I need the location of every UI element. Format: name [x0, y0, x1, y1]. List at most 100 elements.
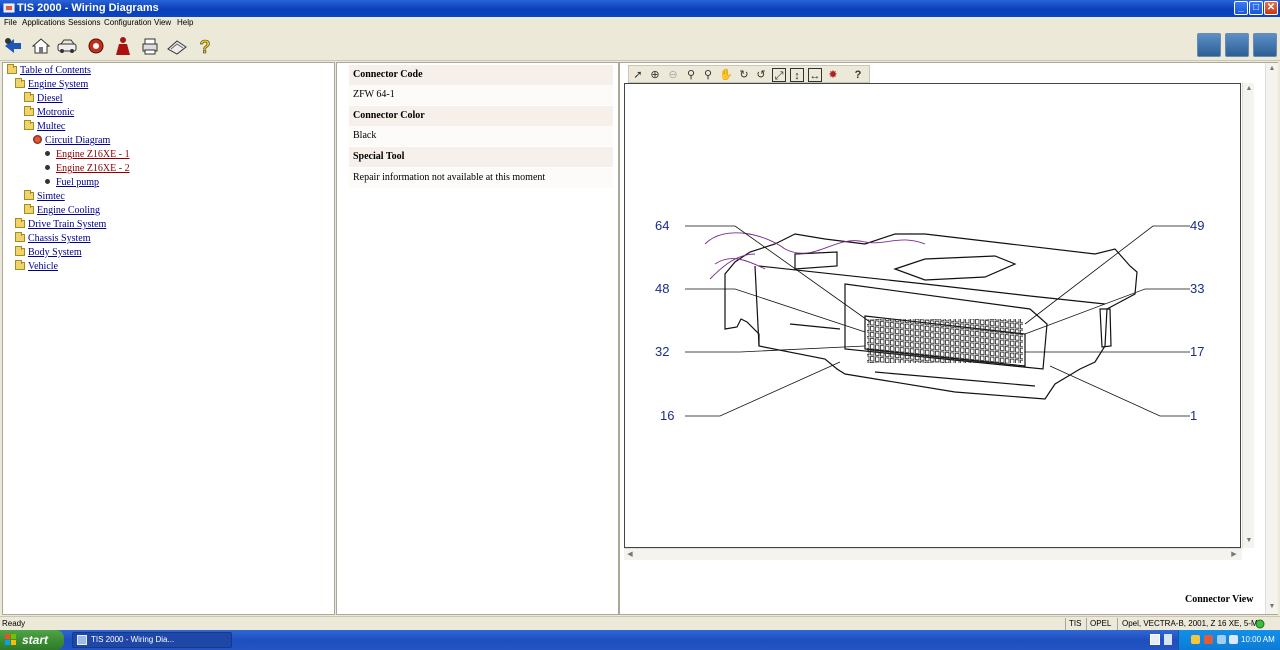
help-tray-icon[interactable] [1150, 634, 1160, 645]
minimize-button[interactable]: _ [1234, 1, 1248, 15]
tree-item-label: Multec [37, 121, 66, 132]
book-icon[interactable] [166, 35, 188, 57]
tree-item-vehicle[interactable]: Vehicle [15, 260, 58, 274]
menu-view[interactable]: View [154, 18, 171, 27]
leader-1 [1049, 365, 1190, 417]
pan-icon[interactable]: ✋ [719, 68, 733, 82]
exit-icon[interactable] [2, 35, 24, 57]
fit-height-icon[interactable]: ↕ [790, 68, 804, 82]
taskbar-item-label: TIS 2000 - Wiring Dia... [91, 635, 175, 644]
tree-item-motronic[interactable]: Motronic [24, 106, 74, 120]
scroll-down-arrow-icon[interactable]: ▼ [1266, 601, 1278, 613]
tree-item-label: Circuit Diagram [45, 135, 111, 146]
window-title: TIS 2000 - Wiring Diagrams [17, 2, 159, 14]
tree-item-label: Vehicle [28, 261, 58, 272]
diagnostics-icon[interactable] [85, 35, 107, 57]
circuit-diagram-icon [33, 135, 42, 144]
fit-width-icon[interactable]: ↔ [808, 68, 822, 82]
tree-item-engine-cooling[interactable]: Engine Cooling [24, 204, 100, 218]
antivirus-tray-icon[interactable] [1204, 635, 1213, 644]
menu-help[interactable]: Help [177, 18, 193, 27]
magnify-icon[interactable]: ⚲ [684, 68, 698, 82]
scroll-right-arrow-icon[interactable]: ▶ [1228, 549, 1240, 561]
tree-item-drive-train-system[interactable]: Drive Train System [15, 218, 106, 232]
module-b-icon[interactable] [1225, 33, 1249, 57]
tree-item-fuel-pump[interactable]: Fuel pump [45, 177, 99, 190]
home-icon[interactable] [30, 35, 52, 57]
connector-code-value: ZFW 64-1 [349, 85, 613, 105]
title-bar: TIS 2000 - Wiring Diagrams _ □ ✕ [0, 0, 1280, 17]
close-button[interactable]: ✕ [1264, 1, 1278, 15]
scroll-up-arrow-icon[interactable]: ▲ [1266, 63, 1278, 75]
menu-bar: File Applications Sessions Configuration… [0, 17, 1280, 30]
zoom-in-icon[interactable]: ⊕ [648, 68, 662, 82]
svg-text:?: ? [200, 37, 211, 57]
taskbar-item-tis2000[interactable]: TIS 2000 - Wiring Dia... [72, 632, 232, 648]
lower-groove [874, 371, 1036, 387]
fit-page-icon[interactable]: ⤢ [772, 68, 786, 82]
highlight-icon[interactable]: ✸ [826, 68, 840, 82]
module-a-icon[interactable] [1197, 33, 1221, 57]
menu-applications[interactable]: Applications [22, 18, 65, 27]
vehicle-icon[interactable] [56, 35, 78, 57]
app-icon [77, 635, 87, 645]
menu-file[interactable]: File [4, 18, 17, 27]
leader-33 [1024, 288, 1190, 335]
cursor-tray-icon[interactable] [1164, 634, 1172, 645]
volume-tray-icon[interactable] [1229, 635, 1238, 644]
select-icon[interactable]: ➚ [631, 68, 645, 82]
leader-16 [685, 361, 841, 417]
rotate-cw-icon[interactable]: ↻ [737, 68, 751, 82]
magnify-area-icon[interactable]: ⚲ [701, 68, 715, 82]
tree-item-multec[interactable]: Multec [24, 120, 66, 134]
toolbar: ? [0, 30, 1280, 61]
maximize-button[interactable]: □ [1249, 1, 1263, 15]
folder-icon [24, 190, 34, 200]
zoom-out-icon[interactable]: ⊖ [666, 68, 680, 82]
folder-icon [24, 92, 34, 102]
tree-item-engine-z16xe-2[interactable]: Engine Z16XE - 2 [45, 163, 130, 176]
tree-item-engine-z16xe-1[interactable]: Engine Z16XE - 1 [45, 149, 130, 162]
tree-item-table-of-contents[interactable]: Table of Contents [7, 64, 91, 78]
tree-item-chassis-system[interactable]: Chassis System [15, 232, 91, 246]
tree-item-diesel[interactable]: Diesel [24, 92, 63, 106]
tree-item-label: Engine Z16XE - 2 [56, 163, 130, 174]
panel-vertical-scrollbar[interactable]: ▲ ▼ [1265, 63, 1278, 614]
rotate-ccw-icon[interactable]: ↺ [754, 68, 768, 82]
folder-icon [15, 246, 25, 256]
wire-harness-2 [709, 253, 756, 280]
print-icon[interactable] [139, 35, 161, 57]
folder-icon [15, 260, 25, 270]
diagram-vertical-scrollbar[interactable]: ▲ ▼ [1242, 83, 1254, 548]
folder-icon [24, 204, 34, 214]
module-c-icon[interactable] [1253, 33, 1277, 57]
windows-flag-icon [5, 634, 16, 645]
tree-item-body-system[interactable]: Body System [15, 246, 82, 260]
special-tool-heading: Special Tool [349, 147, 613, 167]
menu-sessions[interactable]: Sessions [68, 18, 100, 27]
scroll-up-arrow-icon[interactable]: ▲ [1243, 83, 1255, 95]
tree-item-engine-system[interactable]: Engine System [15, 78, 89, 92]
status-separator [1117, 618, 1118, 630]
person-icon[interactable] [112, 35, 134, 57]
help-icon[interactable]: ? [194, 35, 216, 57]
scroll-down-arrow-icon[interactable]: ▼ [1243, 535, 1255, 547]
tree-item-label: Diesel [37, 93, 63, 104]
security-tray-icon[interactable] [1191, 635, 1200, 644]
inner-groove [789, 323, 841, 330]
help-icon[interactable]: ? [851, 68, 865, 82]
tree-item-circuit-diagram[interactable]: Circuit Diagram [33, 135, 110, 148]
bullet-icon [45, 165, 50, 170]
scroll-left-arrow-icon[interactable]: ◀ [624, 549, 636, 561]
start-button[interactable]: start [0, 630, 64, 650]
tree-item-label: Engine System [28, 79, 89, 90]
diagram-horizontal-scrollbar[interactable]: ◀ ▶ [624, 548, 1242, 560]
tree-item-simtec[interactable]: Simtec [24, 190, 65, 204]
table-of-contents-tree: Table of Contents Engine System Diesel M… [2, 62, 335, 615]
special-tool-value: Repair information not available at this… [349, 168, 613, 188]
connector-diagram-canvas[interactable]: 64 48 32 16 49 33 17 1 [624, 83, 1241, 548]
pin-label-33: 33 [1190, 281, 1204, 296]
network-tray-icon[interactable] [1217, 635, 1226, 644]
pin-label-17: 17 [1190, 344, 1204, 359]
menu-configuration[interactable]: Configuration [104, 18, 152, 27]
